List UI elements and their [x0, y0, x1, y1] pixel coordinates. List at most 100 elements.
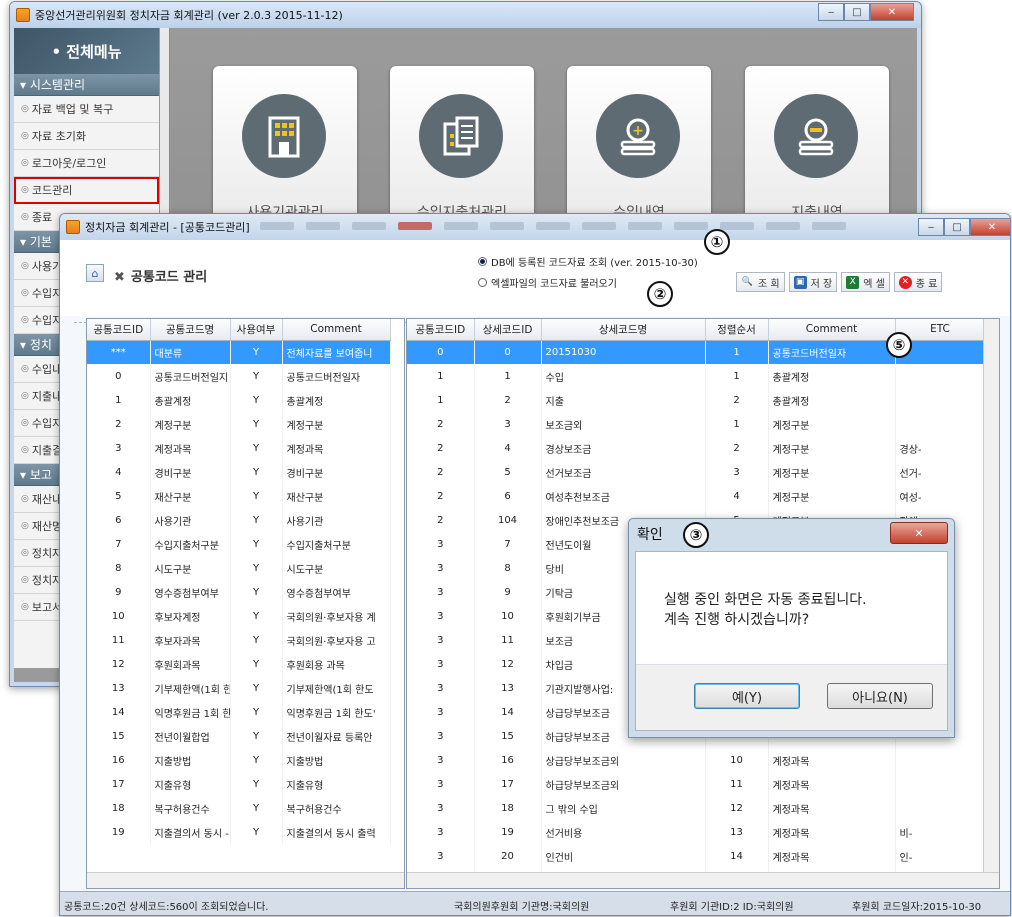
floppy-icon: ▣ [793, 275, 807, 289]
minimize-icon[interactable]: ‒ [818, 3, 844, 21]
table-row[interactable]: 12 후원회과목 Y 후원회용 과목 [87, 652, 391, 676]
column-header[interactable]: 공통코드명 [150, 319, 231, 341]
excel-button-label: 엑 셀 [863, 278, 885, 290]
excel-button[interactable]: X엑 셀 [841, 272, 890, 292]
status-id: 후원회 기관ID:2 ID:국회의원 [670, 902, 794, 913]
column-header[interactable]: 정렬순서 [705, 319, 769, 341]
sidebar-item[interactable]: ◎ 자료 백업 및 복구 [14, 96, 159, 123]
table-row[interactable]: 10 후보자계정 Y 국회의원·후보자용 계 [87, 604, 391, 628]
table-cell: 총괄계정 [768, 364, 896, 388]
sidebar-item[interactable]: ◎ 코드관리 [14, 177, 159, 204]
home-icon[interactable]: ⌂ [86, 264, 104, 282]
table-row[interactable]: 5 재산구분 Y 재산구분 [87, 484, 391, 508]
right-grid-hscroll[interactable] [407, 872, 999, 888]
table-row[interactable]: 19 지출결의서 동시 - Y 지출결의서 동시 출력 [87, 820, 391, 844]
table-row[interactable]: 6 사용기관 Y 사용기관 [87, 508, 391, 532]
table-cell: 여성- [895, 484, 986, 508]
table-row[interactable]: 3 16 상급당부보조금외 10 계정과목 [407, 748, 986, 772]
table-row[interactable]: 3 18 그 밖의 수입 12 계정과목 [407, 796, 986, 820]
table-cell: 2 [407, 508, 475, 532]
left-grid-hscroll[interactable] [87, 872, 404, 888]
column-header[interactable]: 상세코드명 [541, 319, 706, 341]
table-row[interactable]: 18 복구허용건수 Y 복구허용건수 [87, 796, 391, 820]
sidebar-item-label: 지출결 [31, 444, 63, 457]
status-org: 국회의원후원회 기관명:국회의원 [454, 902, 590, 913]
table-cell: 기부제한액(1회 한 [150, 676, 231, 700]
table-row[interactable]: 3 17 하급당부보조금외 11 계정과목 [407, 772, 986, 796]
tile-income-expense-place[interactable]: 수입지출처관리 [390, 66, 534, 226]
status-bar: 공통코드:20건 상세코드:560이 조회되었습니다. 국회의원후원회 기관명:… [60, 891, 1010, 915]
close-icon[interactable]: ✕ [870, 3, 914, 21]
table-cell: 3 [407, 604, 475, 628]
table-row[interactable]: 3 19 선거비용 13 계정과목 비- [407, 820, 986, 844]
table-row[interactable]: 8 시도구분 Y 시도구분 [87, 556, 391, 580]
table-cell: 6 [87, 508, 151, 532]
save-button[interactable]: ▣ 저 장 [788, 272, 838, 292]
table-cell: 계정과목 [768, 748, 896, 772]
column-header[interactable]: 공통코드ID [407, 319, 475, 341]
close-icon[interactable]: ✕ [970, 218, 1010, 236]
table-cell: 비- [895, 820, 986, 844]
bullet-icon: ◎ [21, 521, 29, 531]
table-row[interactable]: *** 대분류 Y 전체자료를 보여줍니 [87, 340, 391, 364]
table-row[interactable]: 1 1 수입 1 총괄계정 [407, 364, 986, 388]
table-row[interactable]: 2 6 여성추천보조금 4 계정구분 여성- [407, 484, 986, 508]
sidebar-item[interactable]: ◎ 로그아웃/로그인 [14, 150, 159, 177]
maximize-icon[interactable]: □ [844, 3, 870, 21]
dialog-close-icon[interactable]: ✕ [890, 522, 948, 544]
minimize-icon[interactable]: ‒ [918, 218, 944, 236]
radio-button-unchecked[interactable] [478, 278, 487, 287]
table-row[interactable]: 7 수입지출처구분 Y 수입지출처구분 [87, 532, 391, 556]
table-cell: 11 [474, 628, 542, 652]
sidebar-item[interactable]: ◎ 자료 초기화 [14, 123, 159, 150]
column-header[interactable]: 상세코드ID [474, 319, 542, 341]
tile-institution-management[interactable]: 사용기관관리 [213, 66, 357, 226]
sidebar-item-label: 재산내 [31, 493, 63, 506]
common-code-grid[interactable]: 공통코드ID 공통코드명 사용여부 Comment *** 대분류 Y 전체자료를 보여줍니 0… [86, 318, 405, 889]
table-row[interactable]: 4 경비구분 Y 경비구분 [87, 460, 391, 484]
table-row[interactable]: 2 계정구분 Y 계정구분 [87, 412, 391, 436]
tile-income-list[interactable]: + 수입내역 [567, 66, 711, 226]
table-row[interactable]: 1 총괄계정 Y 총괄계정 [87, 388, 391, 412]
table-cell: 선거보조금 [541, 460, 706, 484]
table-row[interactable]: 3 계정과목 Y 계정과목 [87, 436, 391, 460]
no-button[interactable]: 아니요(N) [827, 683, 933, 709]
column-header[interactable]: Comment [768, 319, 896, 341]
radio-excel[interactable]: 엑셀파일의 코드자료 불러오기 [478, 275, 617, 290]
sidebar-section[interactable]: ▾ 시스템관리 [14, 74, 159, 96]
bullet-icon: ◎ [21, 548, 29, 558]
table-row[interactable]: 2 4 경상보조금 2 계정구분 경상- [407, 436, 986, 460]
column-header[interactable]: 사용여부 [230, 319, 283, 341]
exit-button[interactable]: ✕ 종 료 [893, 272, 943, 292]
table-row[interactable]: 0 공통코드버전일지 Y 공통코드버전일자 [87, 364, 391, 388]
table-row[interactable]: 14 익명후원금 1회 한 Y 익명후원금 1회 한도' [87, 700, 391, 724]
table-row[interactable]: 9 영수증첨부여부 Y 영수증첨부여부 [87, 580, 391, 604]
table-row[interactable]: 2 3 보조금외 1 계정구분 [407, 412, 986, 436]
radio-button-checked[interactable] [478, 257, 487, 266]
table-cell: 0 [474, 340, 542, 364]
dialog-message: 실행 중인 화면은 자동 종료됩니다. 계속 진행 하시겠습니까? [664, 590, 867, 630]
table-cell: 3 [407, 628, 475, 652]
table-row[interactable]: 17 지출유형 Y 지출유형 [87, 772, 391, 796]
right-grid-vscroll[interactable] [983, 319, 999, 872]
search-button[interactable]: 🔍 조 회 [736, 272, 785, 292]
table-row[interactable]: 16 지출방법 Y 지출방법 [87, 748, 391, 772]
table-row[interactable]: 3 20 인건비 14 계정과목 인- [407, 844, 986, 868]
table-row[interactable]: 15 전년이월합업 Y 전년이월자료 등록안 [87, 724, 391, 748]
table-row[interactable]: 11 후보자과목 Y 국회의원·후보자용 고 [87, 628, 391, 652]
code-window-controls: ‒ □ ✕ [918, 218, 1010, 236]
column-header[interactable]: 공통코드ID [87, 319, 151, 341]
tile-expense-list[interactable]: 지출내역 [745, 66, 889, 226]
table-row[interactable]: 1 2 지출 2 총괄계정 [407, 388, 986, 412]
radio-db[interactable]: DB에 등록된 코드자료 조회 (ver. 2015-10-30) [478, 254, 698, 269]
table-cell: 후원회용 과목 [282, 652, 391, 676]
maximize-icon[interactable]: □ [944, 218, 970, 236]
column-header[interactable]: Comment [282, 319, 391, 341]
table-cell: 10 [705, 748, 769, 772]
table-cell: 15 [474, 724, 542, 748]
yes-button[interactable]: 예(Y) [694, 683, 800, 709]
table-cell: 2 [474, 388, 542, 412]
table-row[interactable]: 2 5 선거보조금 3 계정구분 선거- [407, 460, 986, 484]
table-cell: 3 [407, 748, 475, 772]
table-row[interactable]: 13 기부제한액(1회 한 Y 기부제한액(1회 한도 [87, 676, 391, 700]
